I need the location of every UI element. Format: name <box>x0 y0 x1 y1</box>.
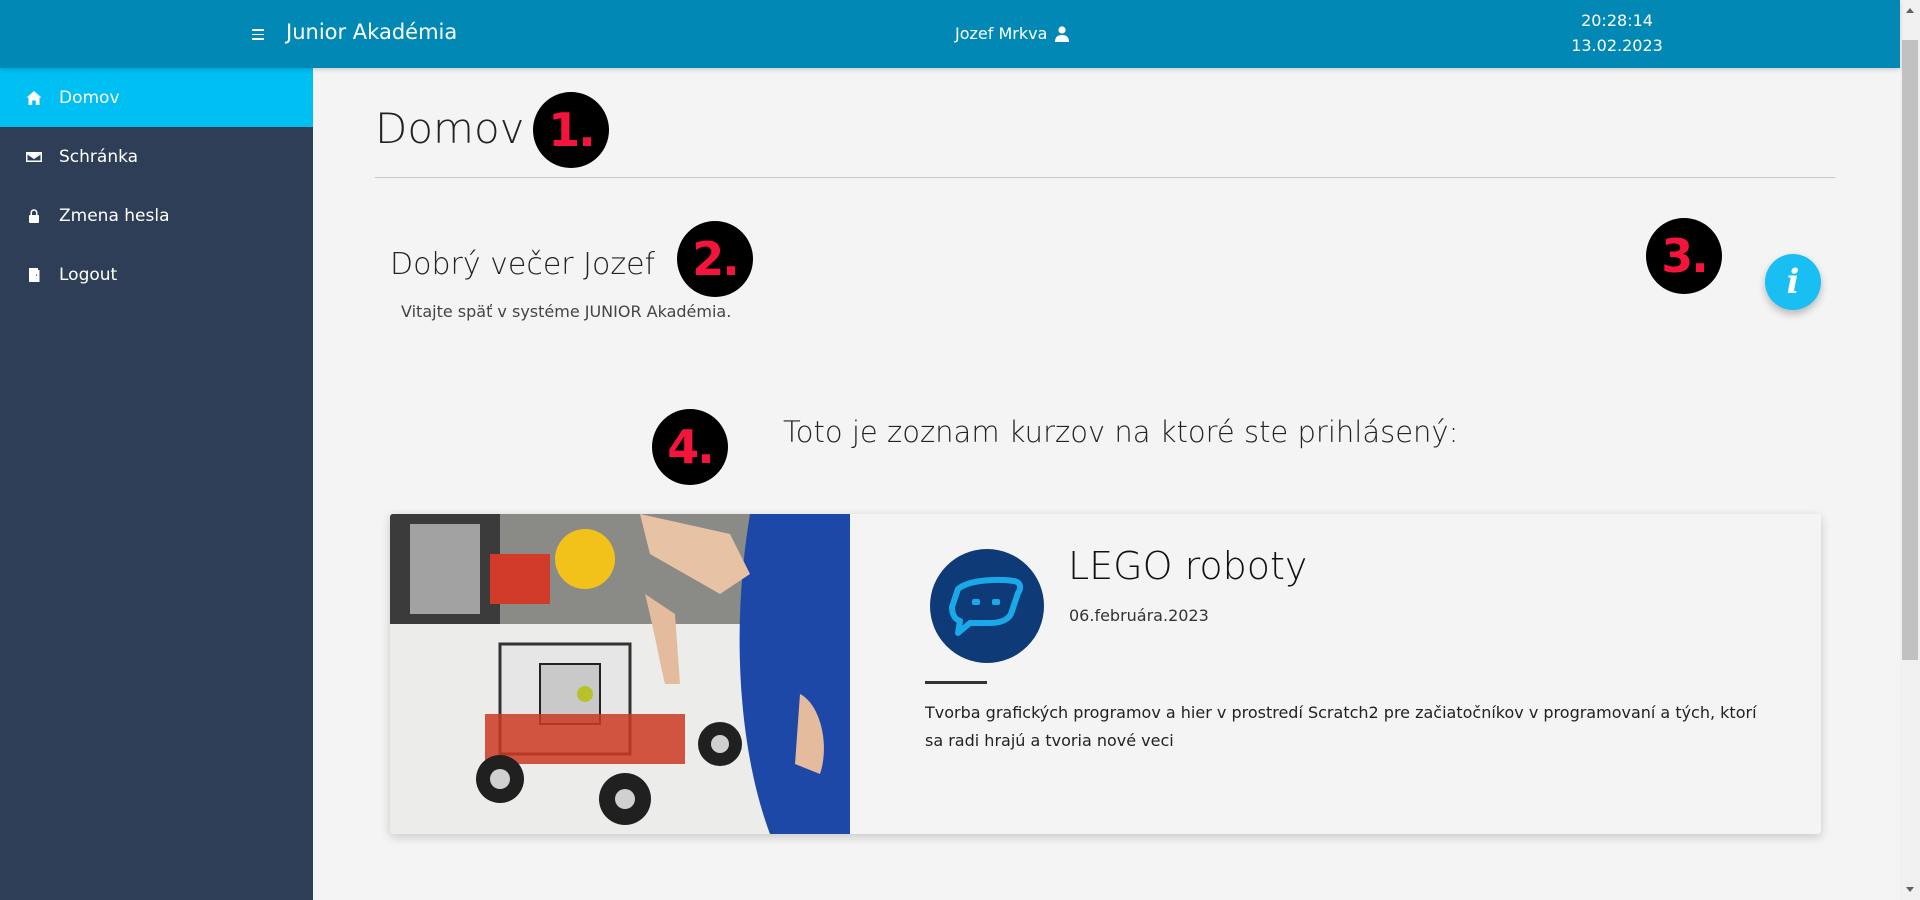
page-title: Domov <box>375 104 525 153</box>
user-menu[interactable]: Jozef Mrkva <box>955 24 1070 43</box>
scroll-down-icon[interactable] <box>1906 887 1914 892</box>
chat-bubble-icon <box>949 577 1024 636</box>
annotation-marker-1: 1. <box>533 92 609 168</box>
sidebar-item-logout[interactable]: Logout <box>0 245 313 304</box>
annotation-marker-4: 4. <box>652 409 728 485</box>
sidebar-item-schranka[interactable]: Schránka <box>0 127 313 186</box>
welcome-text: Vitajte späť v systéme JUNIOR Akadémia. <box>401 302 732 321</box>
course-card[interactable]: LEGO roboty 06.februára.2023 Tvorba graf… <box>390 514 1821 834</box>
info-button[interactable]: i <box>1765 254 1821 310</box>
user-icon <box>1055 25 1070 42</box>
scrollbar-thumb[interactable] <box>1902 40 1918 660</box>
envelope-icon <box>25 148 43 166</box>
sidebar-item-domov[interactable]: Domov <box>0 68 313 127</box>
course-description: Tvorba grafických programov a hier v pro… <box>925 703 1757 750</box>
hamburger-menu-icon[interactable] <box>252 22 270 46</box>
course-date: 06.februára.2023 <box>1069 606 1209 625</box>
sidebar-item-label: Domov <box>59 87 120 108</box>
scroll-up-icon[interactable] <box>1906 8 1914 13</box>
greeting: Dobrý večer Jozef <box>390 247 656 282</box>
door-icon <box>25 266 43 284</box>
home-icon <box>25 89 43 107</box>
top-bar: Junior Akadémia Jozef Mrkva 20:28:14 13.… <box>0 0 1900 68</box>
app-title[interactable]: Junior Akadémia <box>286 20 457 44</box>
title-divider <box>375 177 1835 178</box>
info-icon: i <box>1786 262 1800 302</box>
lock-icon <box>25 207 43 225</box>
sidebar-item-zmena-hesla[interactable]: Zmena hesla <box>0 186 313 245</box>
course-name: LEGO roboty <box>1068 544 1308 588</box>
vertical-scrollbar[interactable] <box>1900 0 1920 900</box>
course-divider <box>925 681 987 684</box>
sidebar: Domov Schránka Zmena hesla Logout <box>0 68 313 900</box>
course-logo <box>930 549 1044 663</box>
clock-date: 13.02.2023 <box>1571 36 1663 55</box>
courses-heading: Toto je zoznam kurzov na ktoré ste prihl… <box>783 415 1459 449</box>
clock-time: 20:28:14 <box>1581 11 1653 30</box>
course-photo <box>390 514 850 834</box>
user-name: Jozef Mrkva <box>955 24 1048 43</box>
annotation-marker-3: 3. <box>1646 218 1722 294</box>
sidebar-item-label: Schránka <box>59 146 139 167</box>
clock: 20:28:14 13.02.2023 <box>1546 8 1688 58</box>
annotation-marker-2: 2. <box>677 221 753 297</box>
sidebar-item-label: Zmena hesla <box>59 205 170 226</box>
sidebar-item-label: Logout <box>59 264 118 285</box>
